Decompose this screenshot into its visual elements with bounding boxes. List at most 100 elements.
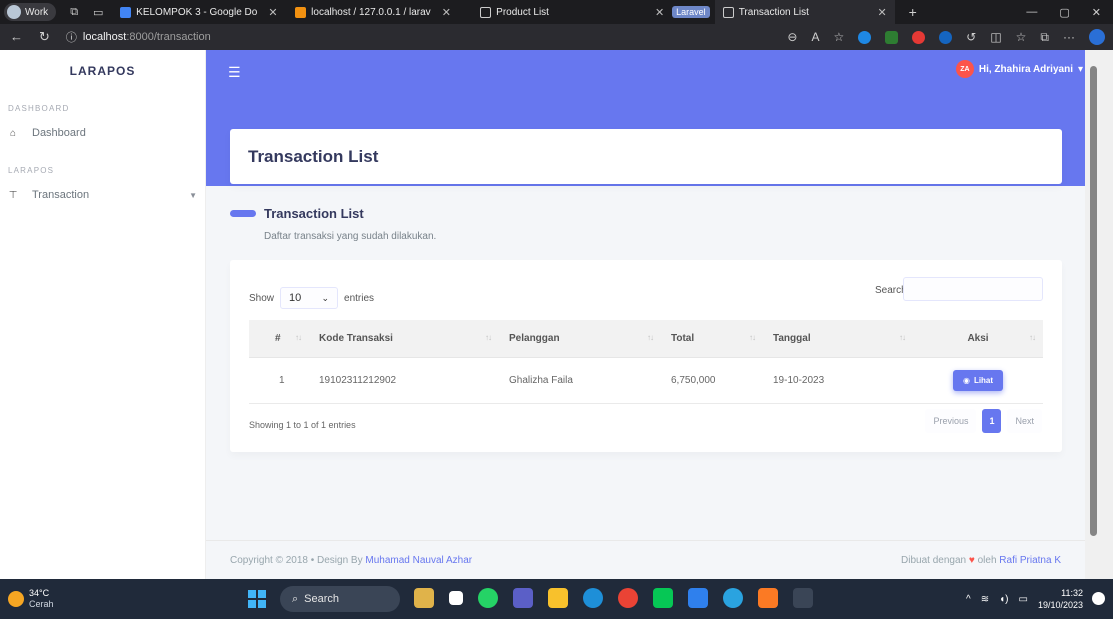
- page-favicon-icon: [722, 6, 734, 18]
- extension-icon[interactable]: [939, 30, 953, 44]
- home-icon: ⌂: [9, 127, 17, 139]
- avatar: ZA: [955, 60, 974, 78]
- entries-select[interactable]: 10 ⌄: [280, 287, 339, 309]
- clock[interactable]: 11:32 19/10/2023: [1038, 587, 1083, 611]
- cart-icon: ⊤: [8, 189, 18, 201]
- sidebar-item-dashboard[interactable]: ⌂ Dashboard: [0, 118, 205, 148]
- chrome-icon[interactable]: [618, 588, 638, 608]
- cell-pelanggan: Ghalizha Faila: [499, 357, 661, 404]
- weather-widget[interactable]: 34°C Cerah: [8, 588, 54, 610]
- browser-tab-bar: Work ⧉ ▭ KELOMPOK 3 - Google Do ✕ localh…: [0, 0, 1113, 24]
- whatsapp-icon[interactable]: [478, 588, 498, 608]
- tab-actions-icon[interactable]: ▭: [92, 6, 104, 19]
- xampp-icon[interactable]: [758, 588, 778, 608]
- taskbar: 34°C Cerah ⌕ Search ^ ≋ ◖) ▭ 11:32 19/10/…: [0, 579, 1113, 619]
- caret-down-icon: ▾: [1077, 63, 1083, 75]
- copilot-icon[interactable]: [1089, 29, 1105, 45]
- teams-icon[interactable]: [513, 588, 533, 608]
- tab-phpmyadmin[interactable]: localhost / 127.0.0.1 / larav ✕: [287, 0, 472, 24]
- chevron-up-icon[interactable]: ^: [966, 594, 971, 605]
- wifi-icon[interactable]: ≋: [981, 594, 989, 605]
- search-input[interactable]: [903, 277, 1043, 301]
- task-view-icon[interactable]: [449, 591, 463, 605]
- tab-title: KELOMPOK 3 - Google Do: [136, 6, 258, 18]
- column-header-tanggal[interactable]: Tanggal ↑↓: [763, 320, 913, 358]
- widgets-app-icon[interactable]: [414, 588, 434, 608]
- scrollbar-thumb[interactable]: [1090, 66, 1097, 536]
- zoom-icon[interactable]: ⊖: [787, 30, 797, 44]
- tab-google-docs[interactable]: KELOMPOK 3 - Google Do ✕: [112, 0, 287, 24]
- column-header-pelanggan[interactable]: Pelanggan ↑↓: [499, 320, 661, 358]
- designer-link[interactable]: Muhamad Nauval Azhar: [365, 555, 472, 566]
- menu-toggle-icon[interactable]: ☰: [228, 64, 241, 81]
- previous-page-button[interactable]: Previous: [925, 409, 977, 433]
- back-icon[interactable]: ←: [10, 29, 23, 45]
- weather-condition: Cerah: [29, 599, 54, 609]
- terminal-icon[interactable]: [793, 588, 813, 608]
- taskbar-apps: [414, 588, 813, 608]
- sidebar-brand[interactable]: LARAPOS: [0, 50, 205, 92]
- close-window-icon[interactable]: ✕: [1092, 6, 1101, 19]
- favorite-star-icon[interactable]: ☆: [833, 30, 844, 44]
- line-icon[interactable]: [653, 588, 673, 608]
- sidebar-item-transaction[interactable]: ⊤ Transaction ▼: [0, 180, 205, 210]
- tab-group-label[interactable]: Laravel: [672, 6, 710, 18]
- battery-icon[interactable]: ▭: [1019, 594, 1028, 605]
- more-menu-icon[interactable]: ···: [1063, 30, 1075, 44]
- new-tab-icon[interactable]: +: [907, 4, 919, 20]
- start-icon[interactable]: [248, 590, 266, 608]
- cell-aksi: ◉ Lihat: [913, 357, 1043, 404]
- collections-icon[interactable]: ⧉: [1040, 30, 1049, 45]
- column-header-number[interactable]: # ↑↓: [249, 320, 309, 358]
- column-header-aksi[interactable]: Aksi ↑↓: [913, 320, 1043, 358]
- url-field[interactable]: ⓘ localhost:8000/transaction: [66, 27, 211, 47]
- close-tab-icon[interactable]: ✕: [877, 6, 886, 19]
- reload-icon[interactable]: ↻: [39, 29, 50, 45]
- transaction-card: Show 10 ⌄ entries Search: # ↑↓ Kode Trans…: [230, 260, 1062, 452]
- profile-button[interactable]: Work: [4, 3, 57, 21]
- tab-transaction-list[interactable]: Transaction List ✕: [714, 0, 895, 24]
- chevron-down-icon: ⌄: [321, 292, 330, 303]
- extension-icon[interactable]: [858, 30, 872, 44]
- site-info-icon[interactable]: ⓘ: [66, 29, 77, 45]
- author-link[interactable]: Rafi Priatna K: [999, 555, 1061, 566]
- column-header-total[interactable]: Total ↑↓: [661, 320, 763, 358]
- chevron-down-icon: ▼: [189, 190, 197, 200]
- page-button-1[interactable]: 1: [982, 409, 1002, 433]
- table-header-row: # ↑↓ Kode Transaksi ↑↓ Pelanggan ↑↓ Total ↑↓…: [249, 320, 1043, 358]
- edge-icon[interactable]: [583, 588, 603, 608]
- next-page-button[interactable]: Next: [1007, 409, 1042, 433]
- search-icon: ⌕: [292, 592, 299, 605]
- cell-kode: 19102311212902: [309, 357, 499, 404]
- minimize-icon[interactable]: —: [1026, 6, 1037, 19]
- column-header-kode[interactable]: Kode Transaksi ↑↓: [309, 320, 499, 358]
- close-tab-icon[interactable]: ✕: [268, 6, 277, 19]
- refresh-extension-icon[interactable]: ↺: [966, 30, 976, 44]
- footer-right: Dibuat dengan ♥ oleh Rafi Priatna K: [901, 554, 1061, 566]
- close-tab-icon[interactable]: ✕: [442, 6, 451, 19]
- close-tab-icon[interactable]: ✕: [655, 6, 664, 19]
- workspaces-icon[interactable]: ⧉: [68, 6, 80, 18]
- extension-icon[interactable]: [912, 30, 926, 44]
- favorites-icon[interactable]: ☆: [1016, 30, 1027, 44]
- split-screen-icon[interactable]: ◫: [990, 30, 1001, 44]
- eye-icon: ◉: [962, 375, 970, 385]
- tab-product-list[interactable]: Product List ✕: [472, 0, 672, 24]
- volume-icon[interactable]: ◖): [999, 594, 1008, 605]
- restore-icon[interactable]: ▢: [1059, 6, 1069, 19]
- sort-icon: ↑↓: [295, 333, 302, 342]
- read-aloud-icon[interactable]: A: [811, 30, 819, 44]
- file-explorer-icon[interactable]: [548, 588, 568, 608]
- profile-label: Work: [25, 6, 49, 18]
- taskbar-search[interactable]: ⌕ Search: [280, 586, 400, 612]
- notification-icon[interactable]: [1092, 592, 1105, 605]
- url-path: :8000/transaction: [126, 31, 211, 43]
- show-label: Show: [249, 292, 275, 304]
- extension-icon[interactable]: [885, 30, 899, 44]
- user-dropdown[interactable]: ZA Hi, Zhahira Adriyani ▾: [955, 60, 1083, 78]
- page-scrollbar[interactable]: [1085, 50, 1113, 579]
- checkmark-app-icon[interactable]: [688, 588, 708, 608]
- page-title: Transaction List: [248, 146, 379, 166]
- telegram-icon[interactable]: [723, 588, 743, 608]
- view-button[interactable]: ◉ Lihat: [952, 369, 1004, 391]
